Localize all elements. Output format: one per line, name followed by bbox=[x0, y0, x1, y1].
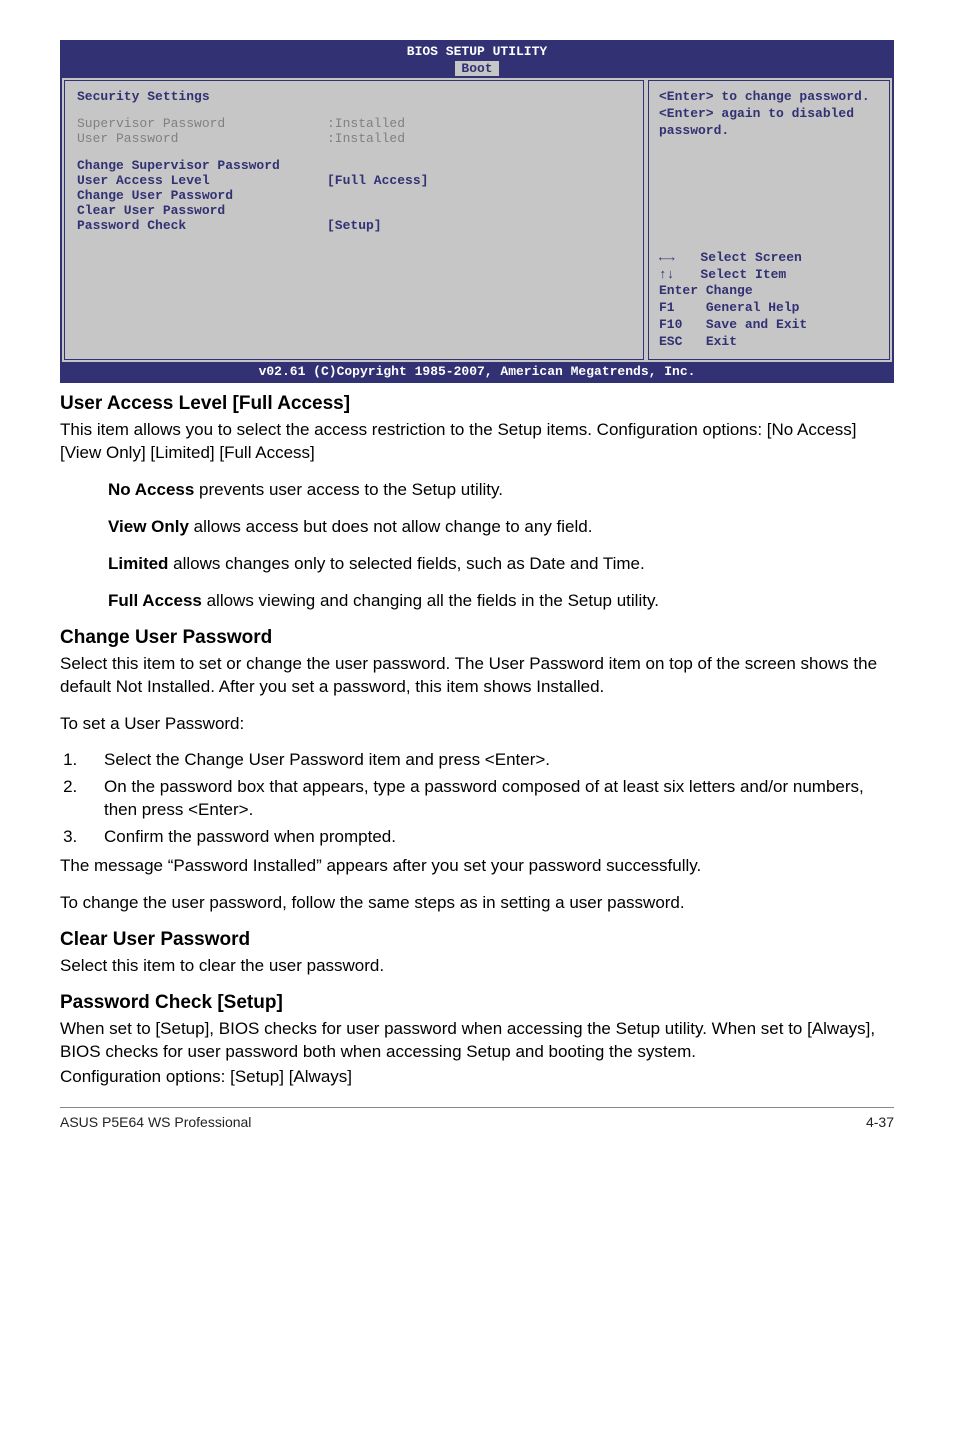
password-check-config: Configuration options: [Setup] [Always] bbox=[60, 1066, 894, 1089]
key-exit: ESC Exit bbox=[659, 334, 879, 351]
password-check-body: When set to [Setup], BIOS checks for use… bbox=[60, 1018, 894, 1064]
bios-right-pane: <Enter> to change password. <Enter> agai… bbox=[648, 80, 890, 360]
steps-list: Select the Change User Password item and… bbox=[60, 749, 894, 849]
user-password-row: User Password :Installed bbox=[77, 131, 631, 146]
password-check-row: Password Check [Setup] bbox=[77, 218, 631, 233]
step-1: Select the Change User Password item and… bbox=[82, 749, 894, 772]
clear-user-password-item: Clear User Password bbox=[77, 203, 631, 218]
key-general-help: F1 General Help bbox=[659, 300, 879, 317]
user-access-level-heading: User Access Level [Full Access] bbox=[60, 393, 894, 415]
footer-left: ASUS P5E64 WS Professional bbox=[60, 1114, 251, 1130]
user-access-level-value: [Full Access] bbox=[327, 173, 428, 188]
bios-panel: BIOS SETUP UTILITY Boot Security Setting… bbox=[60, 40, 894, 383]
no-access-desc: No Access prevents user access to the Se… bbox=[108, 479, 894, 502]
bios-title: BIOS SETUP UTILITY bbox=[62, 42, 892, 61]
user-password-label: User Password bbox=[77, 131, 327, 146]
supervisor-password-row: Supervisor Password :Installed bbox=[77, 116, 631, 131]
supervisor-password-value: :Installed bbox=[327, 116, 405, 131]
change-supervisor-password-item: Change Supervisor Password bbox=[77, 158, 631, 173]
arrows-lr-icon: ←→ bbox=[659, 250, 677, 267]
bios-footer: v02.61 (C)Copyright 1985-2007, American … bbox=[62, 362, 892, 381]
change-user-password-item: Change User Password bbox=[77, 188, 631, 203]
key-select-screen: ←→ Select Screen bbox=[659, 250, 879, 267]
view-only-desc: View Only allows access but does not all… bbox=[108, 516, 894, 539]
password-installed-msg: The message “Password Installed” appears… bbox=[60, 855, 894, 878]
step-3: Confirm the password when prompted. bbox=[82, 826, 894, 849]
help-text-1: <Enter> to change password. bbox=[659, 89, 879, 106]
full-access-desc: Full Access allows viewing and changing … bbox=[108, 590, 894, 613]
change-user-password-body: Select this item to set or change the us… bbox=[60, 653, 894, 699]
key-select-item: ↑↓ Select Item bbox=[659, 267, 879, 284]
password-check-heading: Password Check [Setup] bbox=[60, 992, 894, 1014]
page-footer: ASUS P5E64 WS Professional 4-37 bbox=[60, 1107, 894, 1130]
password-check-value: [Setup] bbox=[327, 218, 382, 233]
to-set-user-password: To set a User Password: bbox=[60, 713, 894, 736]
password-check-label: Password Check bbox=[77, 218, 327, 233]
arrows-ud-icon: ↑↓ bbox=[659, 267, 677, 284]
help-text-2: <Enter> again to disabled password. bbox=[659, 106, 879, 140]
user-access-level-label: User Access Level bbox=[77, 173, 327, 188]
security-settings-heading: Security Settings bbox=[77, 89, 631, 104]
change-user-password-heading: Change User Password bbox=[60, 627, 894, 649]
bios-tab-row: Boot bbox=[62, 61, 892, 78]
step-2: On the password box that appears, type a… bbox=[82, 776, 894, 822]
key-save-exit: F10 Save and Exit bbox=[659, 317, 879, 334]
user-access-level-body: This item allows you to select the acces… bbox=[60, 419, 894, 465]
user-access-level-row: User Access Level [Full Access] bbox=[77, 173, 631, 188]
footer-right: 4-37 bbox=[866, 1114, 894, 1130]
limited-desc: Limited allows changes only to selected … bbox=[108, 553, 894, 576]
user-password-value: :Installed bbox=[327, 131, 405, 146]
bios-tab-boot: Boot bbox=[455, 61, 498, 76]
bios-left-pane: Security Settings Supervisor Password :I… bbox=[64, 80, 644, 360]
supervisor-password-label: Supervisor Password bbox=[77, 116, 327, 131]
key-change: Enter Change bbox=[659, 283, 879, 300]
clear-user-password-heading: Clear User Password bbox=[60, 929, 894, 951]
clear-user-password-body: Select this item to clear the user passw… bbox=[60, 955, 894, 978]
to-change-user-password: To change the user password, follow the … bbox=[60, 892, 894, 915]
